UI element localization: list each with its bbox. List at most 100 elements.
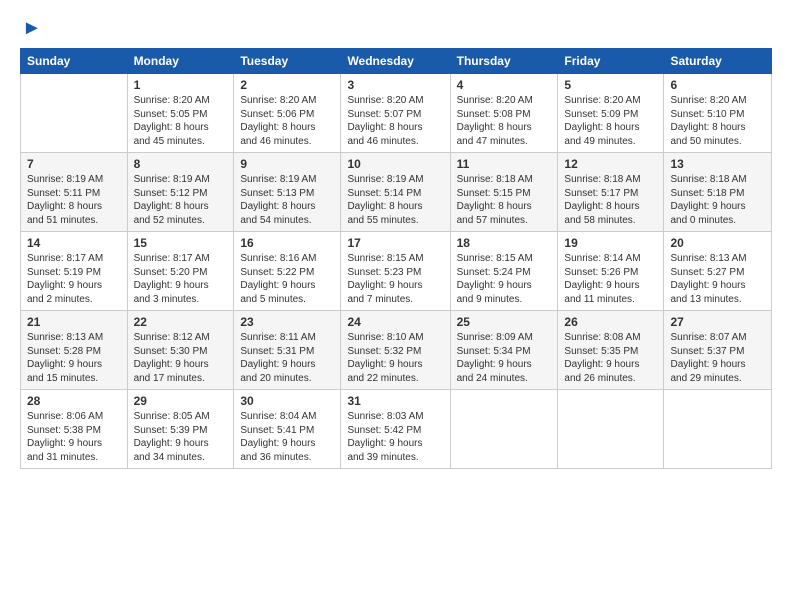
day-info: Sunrise: 8:16 AM Sunset: 5:22 PM Dayligh… <box>240 252 334 306</box>
col-friday: Friday <box>558 49 664 74</box>
calendar-table: Sunday Monday Tuesday Wednesday Thursday… <box>20 48 772 469</box>
day-info: Sunrise: 8:20 AM Sunset: 5:10 PM Dayligh… <box>670 94 765 148</box>
day-number: 10 <box>347 157 443 171</box>
day-number: 5 <box>564 78 657 92</box>
day-info: Sunrise: 8:20 AM Sunset: 5:05 PM Dayligh… <box>134 94 228 148</box>
col-saturday: Saturday <box>664 49 772 74</box>
table-row: 19 Sunrise: 8:14 AM Sunset: 5:26 PM Dayli… <box>558 232 664 311</box>
table-row: 29Sunrise: 8:05 AM Sunset: 5:39 PM Dayli… <box>127 390 234 469</box>
table-row: 15 Sunrise: 8:17 AM Sunset: 5:20 PM Dayli… <box>127 232 234 311</box>
day-number: 27 <box>670 315 765 329</box>
col-wednesday: Wednesday <box>341 49 450 74</box>
day-number: 24 <box>347 315 443 329</box>
day-info: Sunrise: 8:06 AM Sunset: 5:38 PM Dayligh… <box>27 410 121 464</box>
day-info: Sunrise: 8:11 AM Sunset: 5:31 PM Dayligh… <box>240 331 334 385</box>
day-info: Sunrise: 8:13 AM Sunset: 5:28 PM Dayligh… <box>27 331 121 385</box>
calendar-row: 28 Sunrise: 8:06 AM Sunset: 5:38 PM Dayli… <box>21 390 772 469</box>
day-number: 13 <box>670 157 765 171</box>
day-info: Sunrise: 8:19 AM Sunset: 5:12 PM Dayligh… <box>134 173 228 227</box>
table-row: 12 Sunrise: 8:18 AM Sunset: 5:17 PM Dayli… <box>558 153 664 232</box>
day-number: 30 <box>240 394 334 408</box>
table-row: 23 Sunrise: 8:11 AM Sunset: 5:31 PM Dayli… <box>234 311 341 390</box>
day-info: Sunrise: 8:18 AM Sunset: 5:18 PM Dayligh… <box>670 173 765 227</box>
day-info: Sunrise: 8:03 AM Sunset: 5:42 PM Dayligh… <box>347 410 443 464</box>
day-info: Sunrise: 8:10 AM Sunset: 5:32 PM Dayligh… <box>347 331 443 385</box>
day-info: Sunrise: 8:20 AM Sunset: 5:07 PM Dayligh… <box>347 94 443 148</box>
day-number: 4 <box>457 78 552 92</box>
day-info: Sunrise: 8:14 AM Sunset: 5:26 PM Dayligh… <box>564 252 657 306</box>
day-number: 28 <box>27 394 121 408</box>
day-info: Sunrise: 8:17 AM Sunset: 5:20 PM Dayligh… <box>134 252 228 306</box>
table-row: 20 Sunrise: 8:13 AM Sunset: 5:27 PM Dayli… <box>664 232 772 311</box>
day-info: Sunrise: 8:20 AM Sunset: 5:06 PM Dayligh… <box>240 94 334 148</box>
day-info: Sunrise: 8:13 AM Sunset: 5:27 PM Dayligh… <box>670 252 765 306</box>
table-row: 16 Sunrise: 8:16 AM Sunset: 5:22 PM Dayli… <box>234 232 341 311</box>
calendar-row: 7 Sunrise: 8:19 AM Sunset: 5:11 PM Daylig… <box>21 153 772 232</box>
day-number: 3 <box>347 78 443 92</box>
day-number: 1 <box>134 78 228 92</box>
table-row: 18 Sunrise: 8:15 AM Sunset: 5:24 PM Dayli… <box>450 232 558 311</box>
table-row <box>450 390 558 469</box>
day-number: 19 <box>564 236 657 250</box>
col-monday: Monday <box>127 49 234 74</box>
table-row: 17Sunrise: 8:15 AM Sunset: 5:23 PM Dayli… <box>341 232 450 311</box>
table-row: 22 Sunrise: 8:12 AM Sunset: 5:30 PM Dayli… <box>127 311 234 390</box>
table-row: 6 Sunrise: 8:20 AM Sunset: 5:10 PM Daylig… <box>664 74 772 153</box>
table-row: 21 Sunrise: 8:13 AM Sunset: 5:28 PM Dayli… <box>21 311 128 390</box>
day-number: 25 <box>457 315 552 329</box>
table-row: 30 Sunrise: 8:04 AM Sunset: 5:41 PM Dayli… <box>234 390 341 469</box>
table-row: 1 Sunrise: 8:20 AM Sunset: 5:05 PM Daylig… <box>127 74 234 153</box>
day-info: Sunrise: 8:18 AM Sunset: 5:17 PM Dayligh… <box>564 173 657 227</box>
header: ► <box>20 18 772 38</box>
page: ► Sunday Monday Tuesday Wednesday Thursd… <box>0 0 792 612</box>
day-number: 20 <box>670 236 765 250</box>
table-row: 11Sunrise: 8:18 AM Sunset: 5:15 PM Dayli… <box>450 153 558 232</box>
calendar-row: 1 Sunrise: 8:20 AM Sunset: 5:05 PM Daylig… <box>21 74 772 153</box>
day-number: 2 <box>240 78 334 92</box>
column-header-row: Sunday Monday Tuesday Wednesday Thursday… <box>21 49 772 74</box>
day-info: Sunrise: 8:19 AM Sunset: 5:11 PM Dayligh… <box>27 173 121 227</box>
table-row: 8 Sunrise: 8:19 AM Sunset: 5:12 PM Daylig… <box>127 153 234 232</box>
table-row <box>21 74 128 153</box>
calendar-row: 21 Sunrise: 8:13 AM Sunset: 5:28 PM Dayli… <box>21 311 772 390</box>
day-number: 7 <box>27 157 121 171</box>
calendar-row: 14 Sunrise: 8:17 AM Sunset: 5:19 PM Dayli… <box>21 232 772 311</box>
col-tuesday: Tuesday <box>234 49 341 74</box>
table-row: 10 Sunrise: 8:19 AM Sunset: 5:14 PM Dayli… <box>341 153 450 232</box>
table-row: 9 Sunrise: 8:19 AM Sunset: 5:13 PM Daylig… <box>234 153 341 232</box>
day-number: 17 <box>347 236 443 250</box>
day-number: 26 <box>564 315 657 329</box>
day-number: 14 <box>27 236 121 250</box>
day-number: 8 <box>134 157 228 171</box>
day-number: 21 <box>27 315 121 329</box>
day-number: 15 <box>134 236 228 250</box>
day-number: 23 <box>240 315 334 329</box>
table-row: 14 Sunrise: 8:17 AM Sunset: 5:19 PM Dayli… <box>21 232 128 311</box>
col-sunday: Sunday <box>21 49 128 74</box>
day-number: 6 <box>670 78 765 92</box>
table-row: 27Sunrise: 8:07 AM Sunset: 5:37 PM Dayli… <box>664 311 772 390</box>
logo: ► <box>20 18 42 38</box>
day-info: Sunrise: 8:08 AM Sunset: 5:35 PM Dayligh… <box>564 331 657 385</box>
table-row <box>558 390 664 469</box>
table-row: 3 Sunrise: 8:20 AM Sunset: 5:07 PM Daylig… <box>341 74 450 153</box>
col-thursday: Thursday <box>450 49 558 74</box>
day-info: Sunrise: 8:09 AM Sunset: 5:34 PM Dayligh… <box>457 331 552 385</box>
day-info: Sunrise: 8:04 AM Sunset: 5:41 PM Dayligh… <box>240 410 334 464</box>
day-number: 29 <box>134 394 228 408</box>
day-info: Sunrise: 8:18 AM Sunset: 5:15 PM Dayligh… <box>457 173 552 227</box>
day-number: 22 <box>134 315 228 329</box>
table-row: 28 Sunrise: 8:06 AM Sunset: 5:38 PM Dayli… <box>21 390 128 469</box>
day-info: Sunrise: 8:17 AM Sunset: 5:19 PM Dayligh… <box>27 252 121 306</box>
day-number: 16 <box>240 236 334 250</box>
day-number: 9 <box>240 157 334 171</box>
table-row: 7 Sunrise: 8:19 AM Sunset: 5:11 PM Daylig… <box>21 153 128 232</box>
day-number: 18 <box>457 236 552 250</box>
day-info: Sunrise: 8:15 AM Sunset: 5:24 PM Dayligh… <box>457 252 552 306</box>
day-info: Sunrise: 8:20 AM Sunset: 5:09 PM Dayligh… <box>564 94 657 148</box>
logo-triangle-icon: ► <box>22 18 42 38</box>
day-info: Sunrise: 8:19 AM Sunset: 5:14 PM Dayligh… <box>347 173 443 227</box>
day-info: Sunrise: 8:12 AM Sunset: 5:30 PM Dayligh… <box>134 331 228 385</box>
day-info: Sunrise: 8:19 AM Sunset: 5:13 PM Dayligh… <box>240 173 334 227</box>
day-number: 12 <box>564 157 657 171</box>
